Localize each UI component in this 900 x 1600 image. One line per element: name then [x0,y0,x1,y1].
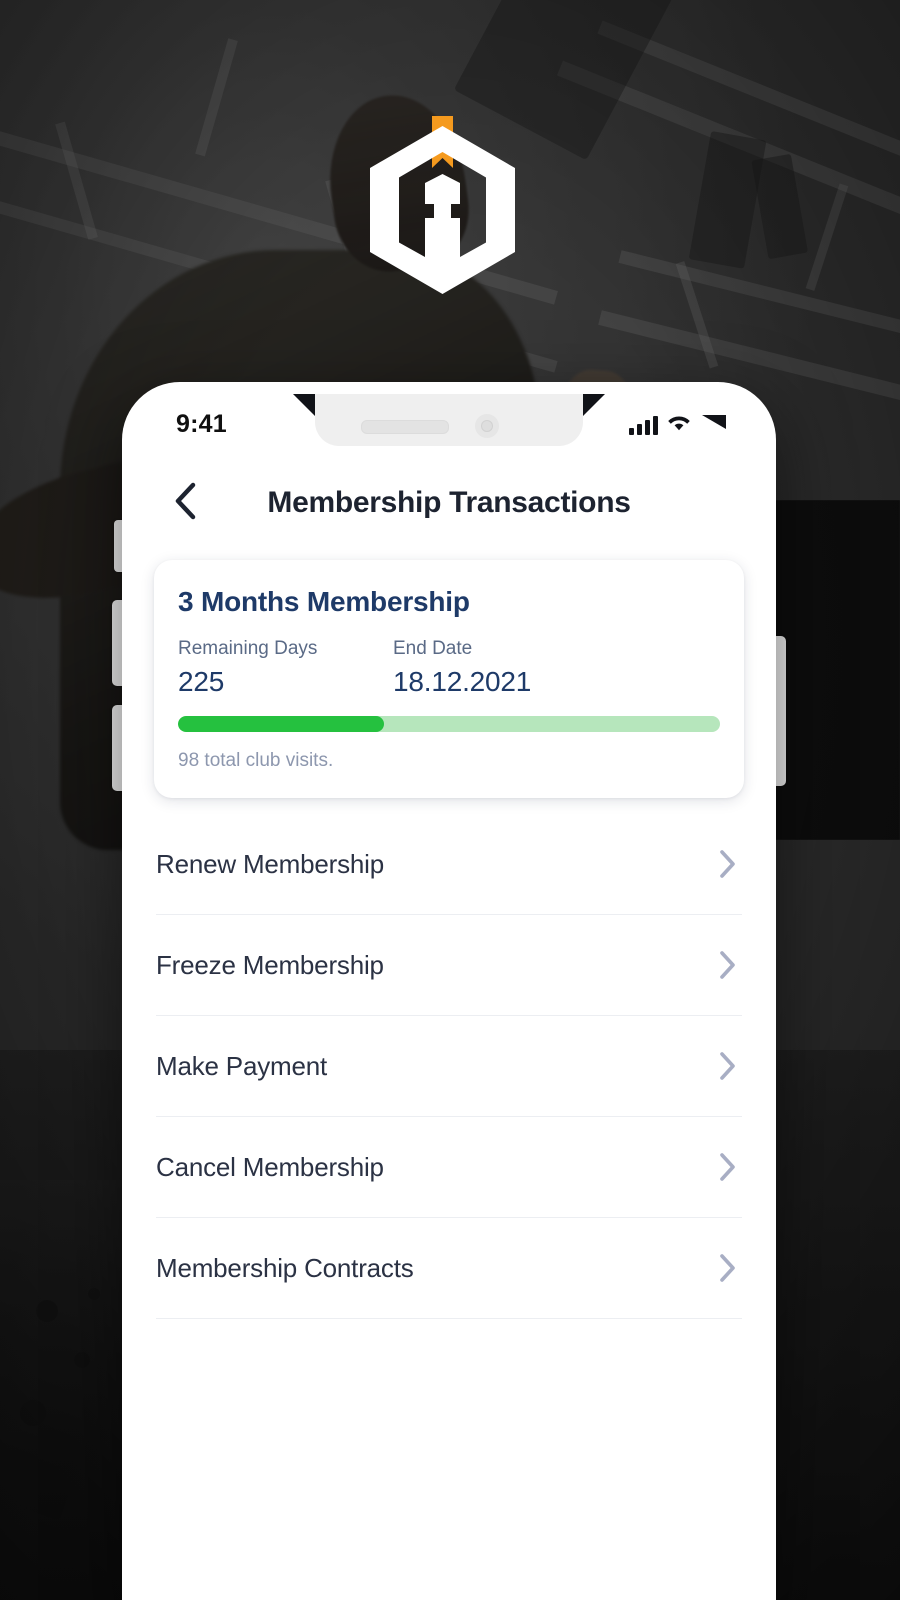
menu-item-label: Make Payment [156,1050,328,1081]
hexagon-h-logo-icon [360,108,525,298]
notch-corner-left [293,394,315,416]
menu-item-label: Membership Contracts [156,1252,414,1283]
earpiece-speaker-icon [361,420,449,434]
status-bar-time: 9:41 [176,410,227,438]
status-bar: 9:41 [134,394,764,460]
phone-screen: 9:41 Membership Transactions 3 Months Me… [134,394,764,1600]
membership-progress-bar [178,716,720,732]
status-bar-indicators [629,412,728,437]
membership-summary-card: 3 Months Membership Remaining Days 225 E… [154,560,744,798]
page-title: Membership Transactions [267,486,631,519]
remaining-days-stat: Remaining Days 225 [178,638,393,698]
menu-item-cancel-membership[interactable]: Cancel Membership [156,1117,742,1218]
membership-progress-fill [178,716,384,732]
chevron-right-icon [716,1050,742,1082]
notch-corner-right [583,394,605,416]
cellular-bars-icon [629,415,658,435]
end-date-value: 18.12.2021 [393,666,532,697]
menu-item-freeze-membership[interactable]: Freeze Membership [156,915,742,1016]
navigation-bar: Membership Transactions [134,460,764,546]
end-date-stat: End Date 18.12.2021 [393,638,531,698]
chevron-left-icon [172,481,198,526]
remaining-days-value: 225 [178,666,225,697]
chevron-right-icon [716,949,742,981]
end-date-label: End Date [393,638,473,659]
back-button[interactable] [162,480,208,526]
menu-item-label: Cancel Membership [156,1151,384,1182]
membership-stats: Remaining Days 225 End Date 18.12.2021 [178,638,720,698]
front-camera-icon [475,414,499,438]
menu-item-label: Renew Membership [156,848,385,879]
battery-icon [700,413,728,436]
phone-frame: 9:41 Membership Transactions 3 Months Me… [122,382,776,1600]
membership-actions-list: Renew Membership Freeze Membership Make Pa… [156,814,742,1319]
remaining-days-label: Remaining Days [178,638,318,659]
menu-item-label: Freeze Membership [156,949,384,980]
menu-item-renew-membership[interactable]: Renew Membership [156,814,742,915]
screen-content: 3 Months Membership Remaining Days 225 E… [134,560,764,1600]
wifi-icon [666,412,692,437]
chevron-right-icon [716,1252,742,1284]
chevron-right-icon [716,848,742,880]
menu-item-make-payment[interactable]: Make Payment [156,1016,742,1117]
club-visits-text: 98 total club visits. [178,750,334,771]
membership-plan-title: 3 Months Membership [178,586,470,617]
notch [315,394,583,446]
menu-item-membership-contracts[interactable]: Membership Contracts [156,1218,742,1319]
screenshot-root: 9:41 Membership Transactions 3 Months Me… [0,0,900,1600]
chevron-right-icon [716,1151,742,1183]
